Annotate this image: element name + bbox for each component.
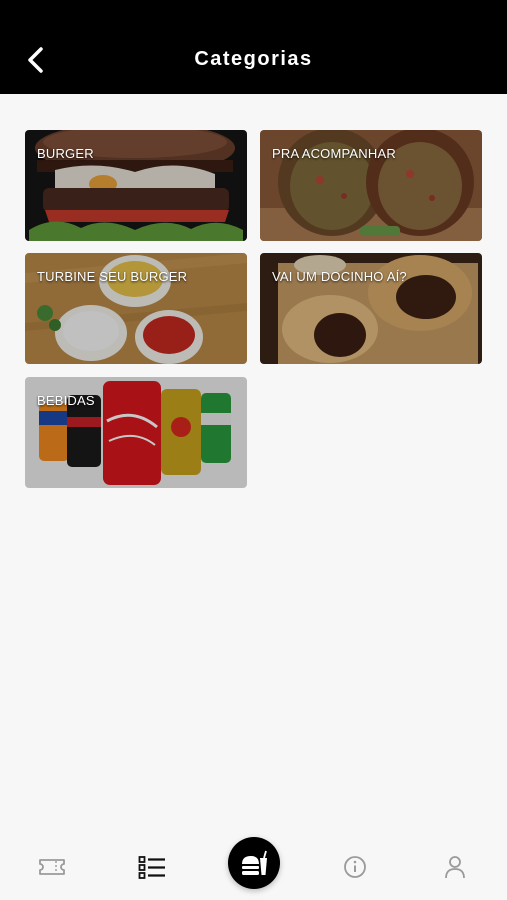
- category-label: BEBIDAS: [37, 393, 95, 408]
- page-title: Categorias: [194, 48, 313, 70]
- nav-item-categories[interactable]: [132, 850, 172, 884]
- category-card-vai-um-docinho-ai[interactable]: VAI UM DOCINHO AÍ?: [260, 253, 482, 364]
- ticket-icon: [39, 859, 65, 875]
- nav-item-tickets[interactable]: [32, 850, 72, 884]
- nav-item-menu[interactable]: [228, 837, 280, 889]
- info-icon: [344, 856, 366, 878]
- category-label: VAI UM DOCINHO AÍ?: [272, 269, 407, 284]
- category-label: TURBINE SEU BURGER: [37, 269, 188, 284]
- bottom-navigation: [0, 830, 507, 900]
- category-card-burger[interactable]: BURGER: [25, 130, 247, 241]
- category-card-turbine-seu-burger[interactable]: TURBINE SEU BURGER: [25, 253, 247, 364]
- category-card-pra-acompanhar[interactable]: PRA ACOMPANHAR: [260, 130, 482, 241]
- nav-item-info[interactable]: [335, 850, 375, 884]
- category-label: PRA ACOMPANHAR: [272, 146, 396, 161]
- category-card-bebidas[interactable]: BEBIDAS: [25, 377, 247, 488]
- app-bar: Categorias: [0, 0, 507, 94]
- category-label: BURGER: [37, 146, 94, 161]
- burger-drink-icon: [242, 850, 267, 875]
- user-icon: [445, 856, 465, 879]
- list-icon: [138, 856, 165, 879]
- nav-item-profile[interactable]: [435, 850, 475, 884]
